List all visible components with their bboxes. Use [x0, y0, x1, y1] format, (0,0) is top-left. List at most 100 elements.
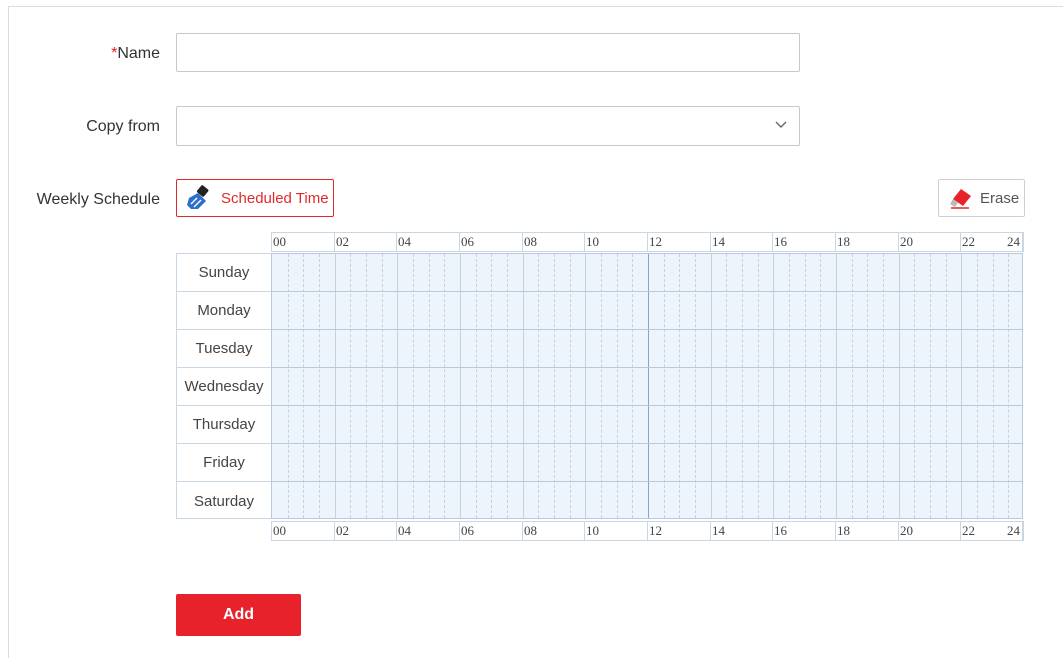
hour-tick: [396, 521, 397, 541]
hour-tick: [396, 232, 397, 252]
grid-vertical-line: [491, 254, 493, 518]
hour-tick: [710, 232, 711, 252]
grid-vertical-line: [569, 254, 571, 518]
hour-label: 08: [524, 234, 537, 249]
grid-vertical-line: [804, 254, 806, 518]
chevron-down-icon: [775, 121, 787, 128]
grid-vertical-line: [867, 254, 869, 518]
grid-vertical-line: [507, 254, 508, 518]
grid-vertical-line: [601, 254, 602, 518]
grid-vertical-line: [1008, 254, 1010, 518]
schedule-grid[interactable]: [271, 253, 1023, 519]
hour-tick: [647, 521, 648, 541]
hour-ruler-top: 00 02 04 06 08 10 12 14 16 18 20 22 24: [271, 232, 1024, 252]
hour-tick: [271, 521, 272, 541]
hour-tick: [584, 521, 585, 541]
hour-label: 18: [837, 523, 850, 538]
grid-vertical-line: [851, 254, 853, 518]
grid-vertical-line: [695, 254, 696, 518]
hour-label: 24: [1007, 234, 1020, 249]
grid-vertical-line: [789, 254, 790, 518]
hour-tick: [1023, 232, 1024, 252]
hour-tick: [898, 521, 899, 541]
weekly-schedule-label: Weekly Schedule: [36, 191, 160, 208]
hour-tick: [710, 521, 711, 541]
grid-vertical-line: [303, 254, 305, 518]
hour-tick: [898, 232, 899, 252]
hour-label: 18: [837, 234, 850, 249]
hour-tick: [772, 232, 773, 252]
grid-vertical-line: [898, 254, 900, 518]
grid-day-separator: [272, 367, 1022, 368]
grid-vertical-line: [710, 254, 712, 518]
hour-label: 00: [273, 523, 286, 538]
grid-vertical-line: [460, 254, 461, 518]
add-button[interactable]: Add: [176, 594, 301, 636]
hour-label: 16: [774, 234, 787, 249]
grid-vertical-line: [585, 254, 587, 518]
grid-vertical-line: [413, 254, 414, 518]
grid-day-separator: [272, 329, 1022, 330]
hour-label: 04: [398, 234, 411, 249]
hour-label: 20: [900, 234, 913, 249]
copy-from-label: Copy from: [86, 118, 160, 135]
grid-vertical-line: [914, 254, 916, 518]
hour-tick: [522, 521, 523, 541]
grid-vertical-line: [428, 254, 430, 518]
hour-label: 14: [712, 523, 725, 538]
day-label-monday: Monday: [177, 292, 271, 330]
hour-label: 16: [774, 523, 787, 538]
hour-tick: [584, 232, 585, 252]
grid-vertical-line: [350, 254, 352, 518]
grid-vertical-line: [663, 254, 665, 518]
hour-label: 20: [900, 523, 913, 538]
grid-day-separator: [272, 405, 1022, 406]
grid-vertical-line: [319, 254, 320, 518]
hour-label: 06: [461, 234, 474, 249]
hour-tick: [334, 232, 335, 252]
grid-day-separator: [272, 481, 1022, 482]
grid-vertical-line: [726, 254, 728, 518]
hour-tick: [960, 521, 961, 541]
grid-vertical-line: [930, 254, 931, 518]
grid-vertical-line: [397, 254, 399, 518]
hour-label: 02: [336, 523, 349, 538]
hour-label: 22: [962, 523, 975, 538]
erase-button[interactable]: Erase: [938, 179, 1025, 217]
grid-vertical-line: [773, 254, 775, 518]
grid-vertical-line: [366, 254, 367, 518]
day-label-thursday: Thursday: [177, 406, 271, 444]
grid-vertical-line: [648, 254, 649, 518]
eraser-icon: [950, 189, 971, 209]
name-label: *Name: [60, 44, 160, 64]
hour-tick: [960, 232, 961, 252]
hour-label: 12: [649, 523, 662, 538]
hour-label: 08: [524, 523, 537, 538]
hour-label: 00: [273, 234, 286, 249]
hour-label: 10: [586, 234, 599, 249]
grid-vertical-line: [444, 254, 446, 518]
hour-tick: [1023, 521, 1024, 541]
hour-tick: [772, 521, 773, 541]
brush-icon: [187, 185, 209, 209]
scheduled-time-button[interactable]: Scheduled Time: [176, 179, 334, 217]
hour-label: 14: [712, 234, 725, 249]
grid-vertical-line: [836, 254, 837, 518]
grid-vertical-line: [679, 254, 681, 518]
copy-from-select[interactable]: [176, 106, 800, 146]
grid-vertical-line: [522, 254, 524, 518]
hour-tick: [459, 232, 460, 252]
day-label-friday: Friday: [177, 444, 271, 482]
name-label-text: Name: [117, 45, 160, 62]
hour-label: 10: [586, 523, 599, 538]
hour-label: 22: [962, 234, 975, 249]
hour-tick: [334, 521, 335, 541]
grid-vertical-line: [820, 254, 822, 518]
panel-border-left: [8, 6, 9, 658]
grid-vertical-line: [945, 254, 947, 518]
day-label-saturday: Saturday: [193, 492, 255, 510]
day-labels: Sunday Monday Tuesday Wednesday Thursday…: [176, 253, 271, 519]
name-input[interactable]: [176, 33, 800, 72]
hour-tick: [522, 232, 523, 252]
grid-vertical-line: [616, 254, 618, 518]
